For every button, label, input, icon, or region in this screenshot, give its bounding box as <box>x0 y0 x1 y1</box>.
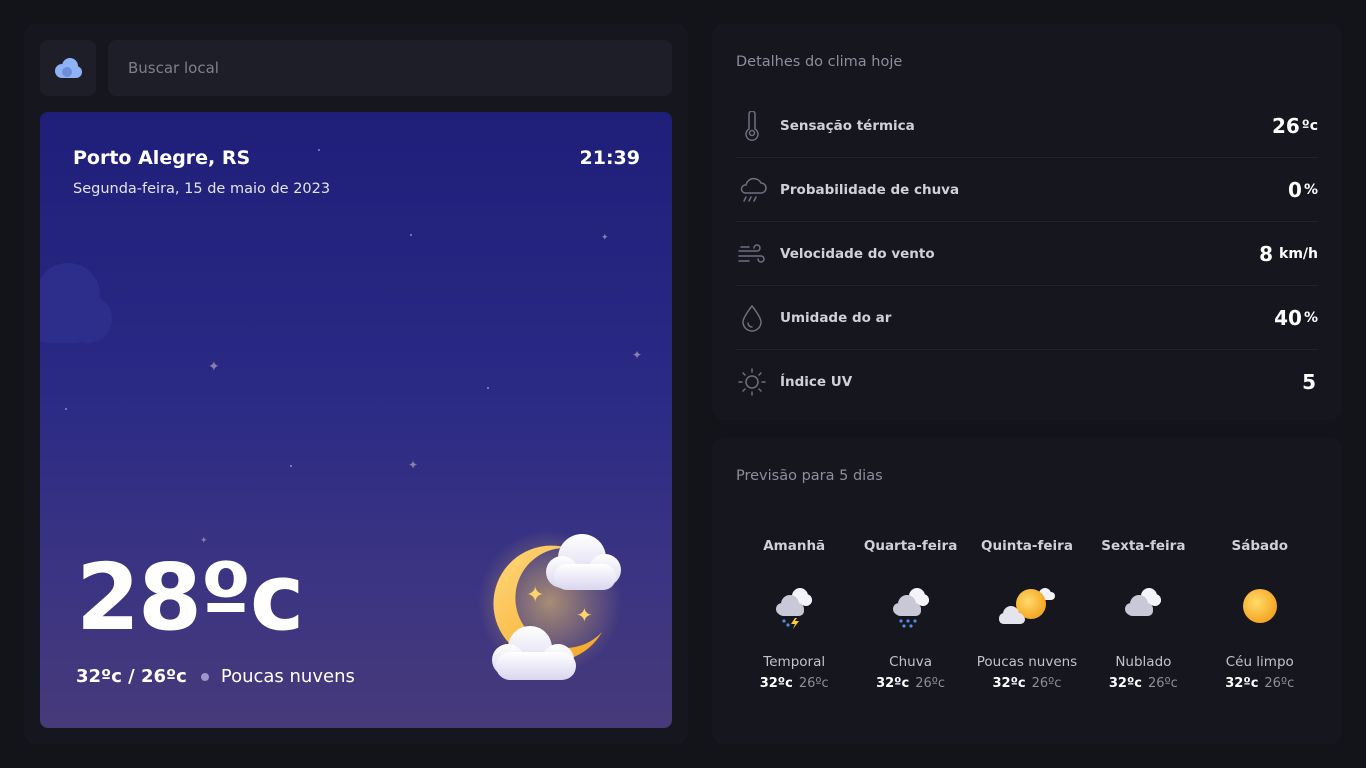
five-day-forecast-panel: Previsão para 5 dias Amanhã Temporal 32º… <box>712 438 1342 744</box>
forecast-max: 32ºc <box>1225 676 1259 691</box>
detail-unit: % <box>1303 309 1318 326</box>
sun-cloud-icon <box>969 570 1085 642</box>
detail-value: 26 <box>1271 113 1300 138</box>
detail-value: 8 <box>1259 241 1274 266</box>
forecast-max: 32ºc <box>759 676 793 691</box>
cloud-rain-icon <box>736 174 768 206</box>
thermometer-icon <box>736 110 768 142</box>
droplet-icon <box>736 302 768 334</box>
forecast-temperatures: 32ºc 26ºc <box>1085 676 1201 691</box>
main-weather-column: ✦ ✦ ✦ ✦ ✦ Porto Alegre, RS Segunda-feira… <box>24 24 688 744</box>
weather-condition: Poucas nuvens <box>220 666 355 687</box>
forecast-day-name: Quarta-feira <box>863 538 958 554</box>
separator-dot <box>200 672 209 681</box>
storm-icon <box>736 570 852 642</box>
current-time: 21:39 <box>579 147 640 169</box>
forecast-day-name: Quinta-feira <box>981 538 1073 554</box>
detail-row-humidity: Umidade do ar 40% <box>736 286 1318 350</box>
star-decoration <box>318 149 320 151</box>
forecast-day: Quinta-feira Poucas nuvens 32ºc 26ºc <box>969 538 1085 691</box>
forecast-day: Quarta-feira Chuva 32ºc 26ºc <box>852 538 968 691</box>
city-name: Porto Alegre, RS <box>73 147 251 169</box>
detail-value: 40 <box>1274 305 1302 330</box>
cloudy-icon <box>1085 570 1201 642</box>
min-max-temperature: 32ºc / 26ºc <box>76 666 187 687</box>
detail-value: 0 <box>1288 177 1302 202</box>
current-weather-card: ✦ ✦ ✦ ✦ ✦ Porto Alegre, RS Segunda-feira… <box>40 112 672 728</box>
sparkle-decoration: ✦ <box>208 359 220 375</box>
forecast-max: 32ºc <box>1108 676 1143 691</box>
forecast-day-name: Sábado <box>1231 538 1289 554</box>
detail-label: Índice UV <box>780 374 853 390</box>
forecast-temperatures: 32ºc 26ºc <box>736 676 852 691</box>
sun-icon <box>736 366 768 398</box>
forecast-day-name: Amanhã <box>763 538 826 554</box>
detail-label: Sensação térmica <box>780 117 915 134</box>
forecast-title: Previsão para 5 dias <box>736 468 883 484</box>
star-decoration <box>410 234 412 236</box>
detail-value: 5 <box>1302 370 1316 394</box>
detail-row-rain-probability: Probabilidade de chuva 0% <box>736 158 1318 222</box>
svg-text:✦: ✦ <box>526 583 544 608</box>
forecast-day: Sexta-feira Nublado 32ºc 26ºc <box>1085 538 1201 691</box>
wind-icon <box>736 238 768 270</box>
forecast-min: 26ºc <box>1264 676 1295 691</box>
forecast-min: 26ºc <box>798 676 829 691</box>
forecast-day: Sábado Céu limpo 32ºc 26ºc <box>1202 538 1318 691</box>
forecast-temperatures: 32ºc 26ºc <box>852 676 968 691</box>
star-decoration <box>290 465 292 467</box>
detail-unit: km/h <box>1279 245 1318 262</box>
forecast-min: 26ºc <box>1148 676 1178 691</box>
sparkle-decoration: ✦ <box>632 348 643 362</box>
forecast-condition: Nublado <box>1115 654 1172 670</box>
clear-sun-icon <box>1202 570 1318 642</box>
forecast-max: 32ºc <box>876 676 910 691</box>
weather-details-panel: Detalhes do clima hoje Sensação térmica … <box>712 24 1342 420</box>
forecast-condition: Poucas nuvens <box>976 654 1078 670</box>
detail-label: Velocidade do vento <box>780 245 935 262</box>
forecast-condition: Temporal <box>763 654 826 670</box>
svg-text:✦: ✦ <box>510 554 525 575</box>
forecast-day-name: Sexta-feira <box>1101 538 1186 554</box>
sparkle-decoration: ✦ <box>601 233 609 243</box>
forecast-max: 32ºc <box>992 676 1026 691</box>
star-decoration <box>487 387 489 389</box>
detail-unit: % <box>1303 181 1318 198</box>
forecast-day: Amanhã Temporal 32ºc 26ºc <box>736 538 852 691</box>
forecast-condition: Chuva <box>889 654 932 670</box>
current-temperature: 28ºc <box>76 544 304 651</box>
forecast-temperatures: 32ºc 26ºc <box>969 676 1085 691</box>
background-cloud-decoration <box>40 263 112 343</box>
forecast-min: 26ºc <box>1031 676 1062 691</box>
cloud-logo-icon <box>55 58 82 78</box>
detail-label: Probabilidade de chuva <box>780 181 960 198</box>
star-decoration <box>65 408 67 410</box>
search-input[interactable] <box>108 40 672 96</box>
detail-row-uv-index: Índice UV 5 <box>736 350 1318 414</box>
detail-row-feels-like: Sensação térmica 26 ºc <box>736 94 1318 158</box>
svg-text:✦: ✦ <box>576 603 593 627</box>
detail-label: Umidade do ar <box>780 309 892 326</box>
rain-icon <box>852 570 968 642</box>
temperature-summary: 32ºc / 26ºc Poucas nuvens <box>76 666 355 687</box>
svg-text:✦: ✦ <box>502 573 511 586</box>
detail-unit: ºc <box>1301 117 1318 134</box>
current-date: Segunda-feira, 15 de maio de 2023 <box>73 181 331 197</box>
app-logo-button[interactable] <box>40 40 96 96</box>
forecast-min: 26ºc <box>915 676 946 691</box>
details-title: Detalhes do clima hoje <box>736 54 903 70</box>
forecast-condition: Céu limpo <box>1225 654 1294 670</box>
sparkle-decoration: ✦ <box>408 458 419 472</box>
detail-row-wind-speed: Velocidade do vento 8 km/h <box>736 222 1318 286</box>
moon-cloud-icon: ✦ . . . . . . . . . . . . . . . . . . . … <box>478 530 622 680</box>
forecast-temperatures: 32ºc 26ºc <box>1202 676 1318 691</box>
